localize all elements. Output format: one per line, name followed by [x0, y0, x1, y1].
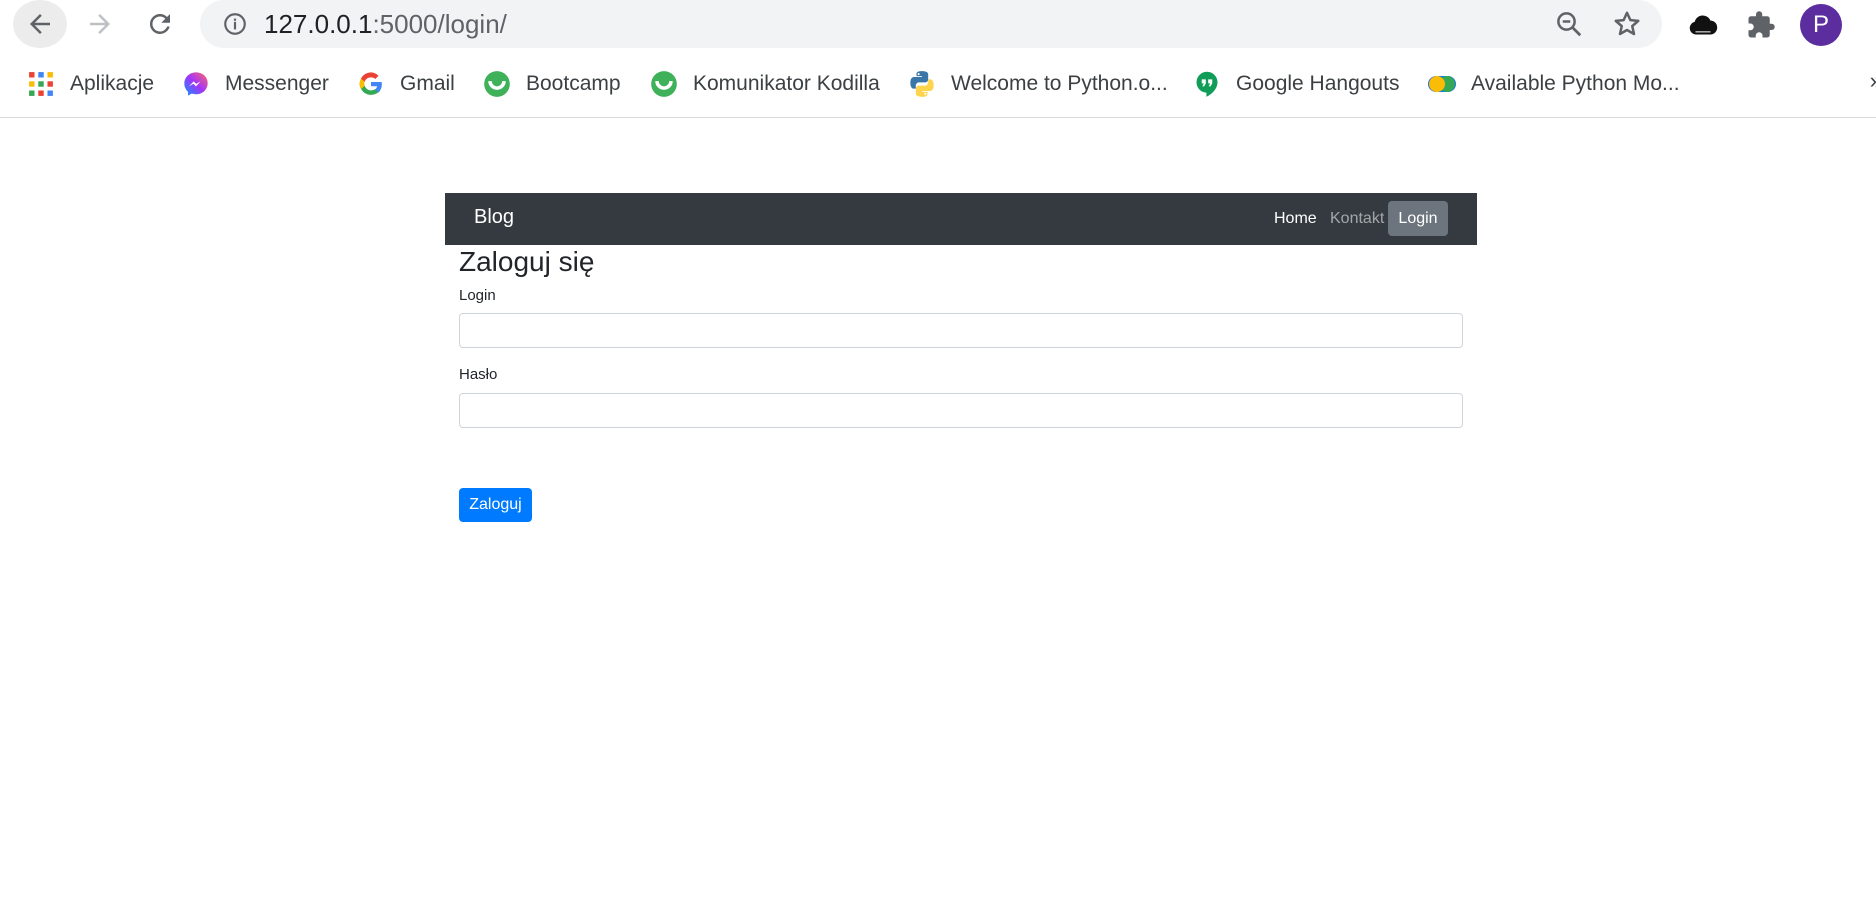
bookmark-label: Bootcamp	[526, 72, 621, 95]
bookmark-bootcamp[interactable]: Bootcamp	[482, 67, 621, 101]
password-label: Hasło	[459, 366, 498, 383]
arrow-right-icon	[90, 14, 110, 34]
address-bar[interactable]: 127.0.0.1:5000/login/	[200, 0, 1662, 48]
login-label: Login	[459, 287, 496, 304]
password-input[interactable]	[459, 393, 1463, 428]
messenger-icon	[181, 69, 211, 99]
reload-button[interactable]	[133, 0, 187, 48]
cloud-icon[interactable]	[1688, 10, 1718, 40]
bookmark-google-hangouts[interactable]: Google Hangouts	[1192, 67, 1399, 101]
bookmark-label: Aplikacje	[70, 72, 155, 95]
bookmark-label: Messenger	[225, 72, 329, 95]
zoom-out-icon[interactable]	[1554, 9, 1584, 39]
bookmark-label: Welcome to Python.o...	[951, 72, 1168, 95]
apps-grid-icon	[26, 69, 56, 99]
bookmark-label: Komunikator Kodilla	[693, 72, 880, 95]
bookmark-aplikacje[interactable]: Aplikacje	[26, 67, 154, 101]
url-text[interactable]: 127.0.0.1:5000/login/	[264, 9, 507, 40]
kodilla-icon	[482, 69, 512, 99]
google-g-icon	[356, 69, 386, 99]
bookmark-label: Google Hangouts	[1236, 72, 1400, 95]
star-icon[interactable]	[1612, 9, 1642, 39]
bookmarks-bar: Aplikacje Messenger Gmail Bootcamp Komun…	[0, 62, 1876, 106]
nav-link-home[interactable]: Home	[1274, 210, 1317, 228]
site-navbar: Blog Home Kontakt Login	[445, 193, 1477, 245]
bookmark-python[interactable]: Welcome to Python.o...	[907, 67, 1168, 101]
url-path: :5000/login/	[372, 9, 507, 39]
nav-link-kontakt[interactable]: Kontakt	[1330, 210, 1384, 228]
bookmark-messenger[interactable]: Messenger	[181, 67, 329, 101]
login-submit-button[interactable]: Zaloguj	[459, 488, 532, 522]
python-icon	[907, 69, 937, 99]
profile-avatar[interactable]: P	[1800, 4, 1842, 46]
forward-button[interactable]	[73, 0, 127, 48]
info-icon[interactable]	[222, 11, 248, 37]
bookmark-komunikator-kodilla[interactable]: Komunikator Kodilla	[649, 67, 880, 101]
reload-icon	[149, 13, 170, 34]
kodilla-icon	[649, 69, 679, 99]
arrow-left-icon	[30, 14, 50, 34]
bookmark-available-python[interactable]: Available Python Mo...	[1427, 67, 1680, 101]
nav-link-login[interactable]: Login	[1388, 201, 1448, 236]
puzzle-icon[interactable]	[1746, 10, 1776, 40]
bookmark-gmail[interactable]: Gmail	[356, 67, 455, 101]
toolbar-divider	[0, 117, 1876, 118]
bookmark-label: Available Python Mo...	[1471, 72, 1680, 95]
bookmark-label: Gmail	[400, 72, 455, 95]
site-brand[interactable]: Blog	[474, 206, 514, 229]
browser-toolbar: 127.0.0.1:5000/login/ P	[0, 0, 1876, 50]
more-bookmarks-icon[interactable]: »	[1870, 68, 1876, 94]
back-button[interactable]	[13, 0, 67, 48]
url-host: 127.0.0.1	[264, 9, 373, 39]
hangouts-icon	[1192, 69, 1222, 99]
toggle-icon	[1427, 69, 1457, 99]
login-input[interactable]	[459, 313, 1463, 348]
page-title: Zaloguj się	[459, 246, 595, 277]
